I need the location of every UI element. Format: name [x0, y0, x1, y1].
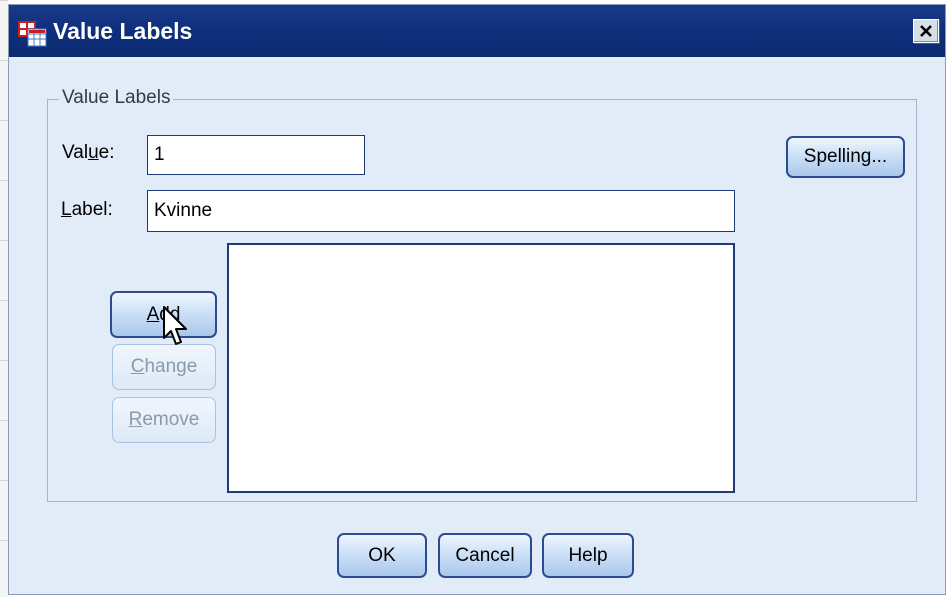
remove-button: Remove [112, 397, 216, 443]
label-input[interactable] [147, 190, 735, 232]
group-legend: Value Labels [59, 86, 174, 110]
value-labels-dialog: Value Labels Value Labels Value: Label: … [8, 4, 946, 595]
value-field-label: Value: [62, 142, 115, 163]
label-field-label: Label: [61, 199, 113, 220]
close-x-icon [920, 25, 932, 37]
cancel-button[interactable]: Cancel [438, 533, 532, 578]
spelling-button[interactable]: Spelling... [786, 136, 905, 178]
ok-button[interactable]: OK [337, 533, 427, 578]
window-title: Value Labels [53, 18, 193, 44]
change-button: Change [112, 344, 216, 390]
spss-table-icon [18, 21, 47, 47]
add-button[interactable]: Add [110, 291, 217, 338]
value-labels-list[interactable] [227, 243, 735, 493]
close-button[interactable] [913, 19, 939, 43]
background-window-edge [0, 0, 8, 597]
help-button[interactable]: Help [542, 533, 634, 578]
value-input[interactable] [147, 135, 365, 175]
title-bar[interactable]: Value Labels [9, 5, 945, 57]
